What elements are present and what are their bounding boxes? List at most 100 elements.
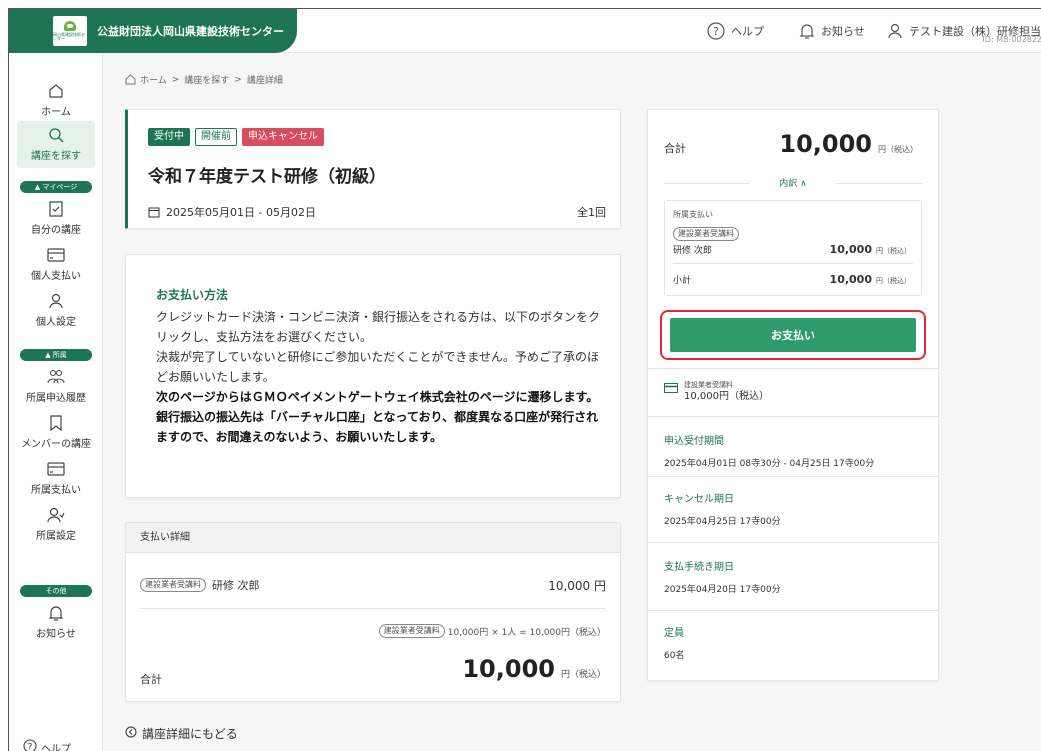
payment-deadline-value: 2025年04月20日 17寺00分 xyxy=(664,585,781,595)
breadcrumb-home[interactable]: ホーム xyxy=(140,73,167,86)
search-icon xyxy=(47,125,65,145)
org-name: 公益財団法人岡山県建設技術センター xyxy=(97,25,284,38)
sidebar-item-notice[interactable]: お知らせ xyxy=(17,603,95,640)
payment-method-paragraph: クレジットカード決済・コンビニ決済・銀行振込をされる方は、以下のボタンをクリック… xyxy=(156,310,601,344)
header-notice-link[interactable]: お知らせ xyxy=(799,9,865,53)
capacity-value: 60名 xyxy=(664,651,685,661)
breakdown-participant: 研修 次郎 xyxy=(673,246,712,256)
sidebar-item-my-courses[interactable]: 自分の講座 xyxy=(17,199,95,236)
summary-total-label: 合計 xyxy=(664,142,686,155)
back-to-course-link[interactable]: 講座詳細にもどる xyxy=(125,725,238,742)
header-help-link[interactable]: ? ヘルプ xyxy=(707,9,764,53)
logo-mark-icon xyxy=(64,21,76,31)
sidebar-label: 自分の講座 xyxy=(31,225,81,236)
header-user-menu[interactable]: テスト建設（株）研修担当者 xyxy=(887,9,1041,53)
participant-name: 研修 次郎 xyxy=(212,579,260,592)
total-unit: 円（税込） xyxy=(560,670,606,680)
course-header-card: 受付中 開催前 申込キャンセル 令和７年度テスト研修（初級） 2025年05月0… xyxy=(125,109,621,229)
status-tags: 受付中 開催前 申込キャンセル xyxy=(148,128,324,146)
breakdown-amount-value: 10,000 xyxy=(829,243,872,256)
user-id: ID: MB-002822 xyxy=(982,35,1041,44)
fee-value: 10,000円（税込） xyxy=(684,391,769,402)
cancel-deadline: キャンセル期日 2025年04月25日 17寺00分 xyxy=(664,490,781,527)
sidebar-item-home[interactable]: ホーム xyxy=(17,81,95,118)
question-circle-icon: ? xyxy=(23,739,37,751)
payment-method-heading: お支払い方法 xyxy=(156,288,229,302)
capacity-heading: 定員 xyxy=(664,628,684,639)
apply-period-heading: 申込受付期間 xyxy=(664,436,724,447)
breakdown-affiliation-label: 所属支払い xyxy=(673,210,713,219)
divider xyxy=(140,608,606,609)
payment-method-text: クレジットカード決済・コンビニ決済・銀行振込をされる方は、以下のボタンをクリック… xyxy=(156,307,606,447)
fee-calculation: 建設業者受講料 10,000円 × 1人 = 10,000円（税込） xyxy=(378,624,606,638)
fee-info: 建設業者受講料 10,000円（税込） xyxy=(664,380,769,404)
sidebar-section-mypage[interactable]: ▲ マイページ xyxy=(20,181,92,193)
course-date-range: 2025年05月01日 - 05月02日 xyxy=(166,206,316,219)
divider xyxy=(648,416,938,417)
divider xyxy=(648,476,938,477)
logo: 岡山県建設技術センター xyxy=(53,16,87,46)
sidebar-section-affiliation[interactable]: ▲ 所属 xyxy=(20,349,92,361)
divider xyxy=(648,368,938,369)
fee-type-chip: 建設業者受講料 xyxy=(378,624,445,638)
payment-method-card: お支払い方法 クレジットカード決済・コンビニ決済・銀行振込をされる方は、以下のボ… xyxy=(125,254,621,498)
page-title: 令和７年度テスト研修（初級） xyxy=(148,167,386,187)
sidebar-help-label: ヘルプ xyxy=(41,744,71,751)
pay-button[interactable]: お支払い xyxy=(670,318,916,352)
user-icon xyxy=(887,23,903,39)
app-frame: 岡山県建設技術センター 公益財団法人岡山県建設技術センター ? ヘルプ お知らせ… xyxy=(8,8,1041,751)
person-check-icon xyxy=(47,505,65,525)
arrow-left-circle-icon xyxy=(125,726,137,741)
capacity: 定員 60名 xyxy=(664,624,684,661)
sidebar-item-personal-settings[interactable]: 個人設定 xyxy=(17,291,95,328)
calendar-icon xyxy=(148,206,160,218)
divider xyxy=(648,610,938,611)
fee-type-chip: 建設業者受講料 xyxy=(140,578,206,592)
back-link-label: 講座詳細にもどる xyxy=(142,727,238,741)
sidebar-label: 個人設定 xyxy=(36,317,76,328)
apply-period-value: 2025年04月01日 08寺30分 - 04月25日 17寺00分 xyxy=(664,459,875,469)
sidebar-help-link[interactable]: ? ヘルプ xyxy=(23,739,71,751)
sidebar-item-search[interactable]: 講座を探す xyxy=(17,121,95,168)
breakdown-amount-unit: 円（税込） xyxy=(876,247,911,255)
fee-calculation-text: 10,000円 × 1人 = 10,000円（税込） xyxy=(447,627,606,638)
group-icon xyxy=(47,367,65,387)
header-help-label: ヘルプ xyxy=(731,25,764,38)
payment-detail-heading: 支払い詳細 xyxy=(126,523,620,553)
pay-button-highlight: お支払い xyxy=(660,310,926,360)
session-count: 全1回 xyxy=(577,206,606,219)
breadcrumb-separator: > xyxy=(171,74,180,85)
top-header: 岡山県建設技術センター 公益財団法人岡山県建設技術センター ? ヘルプ お知らせ… xyxy=(9,9,1041,53)
sidebar-item-member-courses[interactable]: メンバーの講座 xyxy=(17,413,95,450)
fee-label: 建設業者受講料 xyxy=(684,381,733,389)
breadcrumb-current: 講座詳細 xyxy=(246,76,283,86)
sidebar: ホーム 講座を探す ▲ マイページ 自分の講座 個人支払い 個人設定 ▲ 所属 … xyxy=(9,53,103,751)
header-notice-label: お知らせ xyxy=(821,25,865,38)
total-label: 合計 xyxy=(140,673,162,686)
payment-deadline-heading: 支払手続き期日 xyxy=(664,562,734,573)
breadcrumb-search[interactable]: 講座を探す xyxy=(184,73,229,86)
sidebar-item-affil-history[interactable]: 所属申込履歴 xyxy=(17,367,95,404)
brand-bar[interactable]: 岡山県建設技術センター 公益財団法人岡山県建設技術センター xyxy=(9,9,297,53)
payment-method-paragraph: 決裁が完了していないと研修にご参加いただくことができません。予めご了承のほどお願… xyxy=(156,350,600,384)
sidebar-item-affil-pay[interactable]: 所属支払い xyxy=(17,459,95,496)
summary-total-value: 10,000 xyxy=(779,130,872,158)
payment-detail-card: 支払い詳細 建設業者受講料 研修 次郎 10,000 円 建設業者受講料 10,… xyxy=(125,522,621,702)
payment-detail-row: 建設業者受講料 研修 次郎 xyxy=(140,577,260,593)
subtotal-value: 10,000 xyxy=(829,273,872,286)
total-value: 10,000 xyxy=(462,655,555,683)
card-icon xyxy=(47,245,65,265)
summary-total-unit: 円（税込） xyxy=(878,145,918,154)
sidebar-section-other[interactable]: その他 xyxy=(20,585,92,597)
bookmark-icon xyxy=(48,199,64,219)
sidebar-item-personal-pay[interactable]: 個人支払い xyxy=(17,245,95,282)
person-icon xyxy=(48,291,64,311)
status-badge-open: 受付中 xyxy=(148,128,190,146)
summary-panel: 合計 10,000 円（税込） 内訳 ∧ 所属支払い 建設業者受講料 研修 次郎… xyxy=(647,109,939,681)
logo-text: 岡山県建設技術センター xyxy=(53,32,85,41)
divider xyxy=(648,542,938,543)
svg-text:?: ? xyxy=(713,25,719,38)
breakdown-toggle[interactable]: 内訳 ∧ xyxy=(664,176,922,190)
home-icon xyxy=(125,74,136,85)
sidebar-item-affil-settings[interactable]: 所属設定 xyxy=(17,505,95,542)
